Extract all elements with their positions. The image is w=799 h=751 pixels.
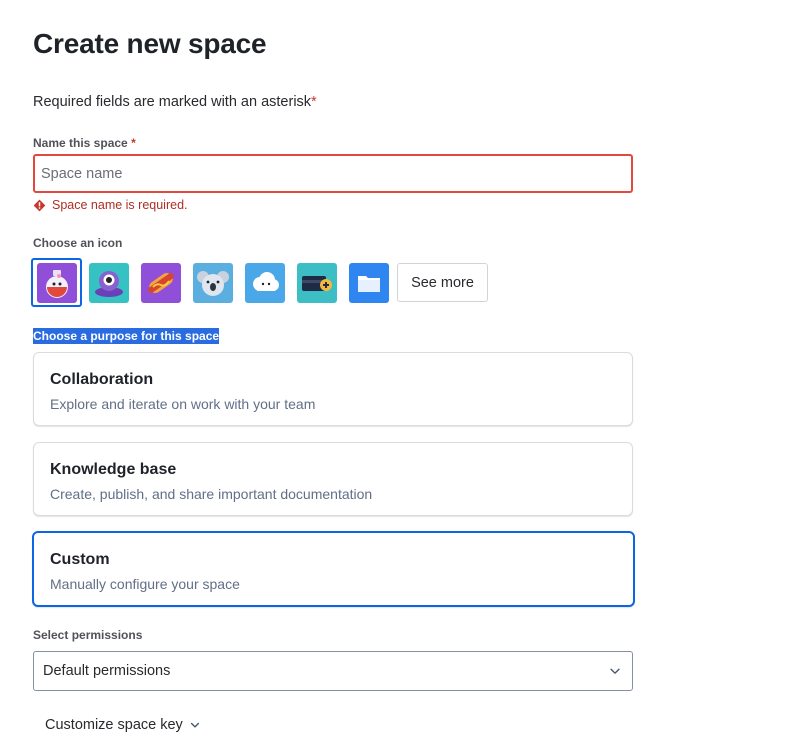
purpose-option-collaboration[interactable]: Collaboration Explore and iterate on wor…: [33, 352, 633, 426]
error-icon: [33, 199, 46, 212]
space-name-input[interactable]: [33, 154, 633, 193]
error-text: Space name is required.: [52, 198, 188, 212]
purpose-label: Choose a purpose for this space: [33, 328, 220, 344]
icon-picker-label: Choose an icon: [33, 236, 123, 250]
purpose-option-title: Knowledge base: [50, 461, 177, 478]
name-field-label-text: Name this space: [33, 136, 128, 150]
required-note-text: Required fields are marked with an aster…: [33, 94, 312, 110]
required-note: Required fields are marked with an aster…: [33, 94, 317, 110]
chevron-down-icon: [608, 664, 622, 678]
page-title: Create new space: [33, 28, 267, 59]
required-asterisk: *: [311, 94, 317, 110]
see-more-icons-button[interactable]: See more: [397, 263, 488, 302]
hotdog-icon[interactable]: [141, 263, 181, 303]
purpose-option-title: Custom: [50, 551, 110, 568]
chevron-down-icon: [189, 719, 201, 731]
purpose-option-description: Explore and iterate on work with your te…: [50, 396, 316, 412]
robot-icon[interactable]: [89, 263, 129, 303]
permissions-select[interactable]: Default permissions: [33, 651, 633, 691]
purpose-option-description: Manually configure your space: [50, 576, 240, 592]
purpose-option-title: Collaboration: [50, 371, 154, 388]
name-field-label: Name this space *: [33, 136, 136, 150]
purpose-option-description: Create, publish, and share important doc…: [50, 486, 373, 502]
name-error-message: Space name is required.: [33, 198, 188, 212]
potion-icon[interactable]: [37, 263, 77, 303]
name-required-asterisk: *: [131, 136, 136, 150]
customize-space-key-button[interactable]: Customize space key: [45, 717, 201, 733]
customize-space-key-label: Customize space key: [45, 717, 183, 733]
folder-icon[interactable]: [349, 263, 389, 303]
cloud-icon[interactable]: [245, 263, 285, 303]
purpose-option-knowledge-base[interactable]: Knowledge base Create, publish, and shar…: [33, 442, 633, 516]
wallet-icon[interactable]: [297, 263, 337, 303]
permissions-select-value: Default permissions: [43, 663, 171, 679]
koala-icon[interactable]: [193, 263, 233, 303]
purpose-option-custom[interactable]: Custom Manually configure your space: [32, 531, 635, 607]
permissions-label: Select permissions: [33, 628, 143, 642]
